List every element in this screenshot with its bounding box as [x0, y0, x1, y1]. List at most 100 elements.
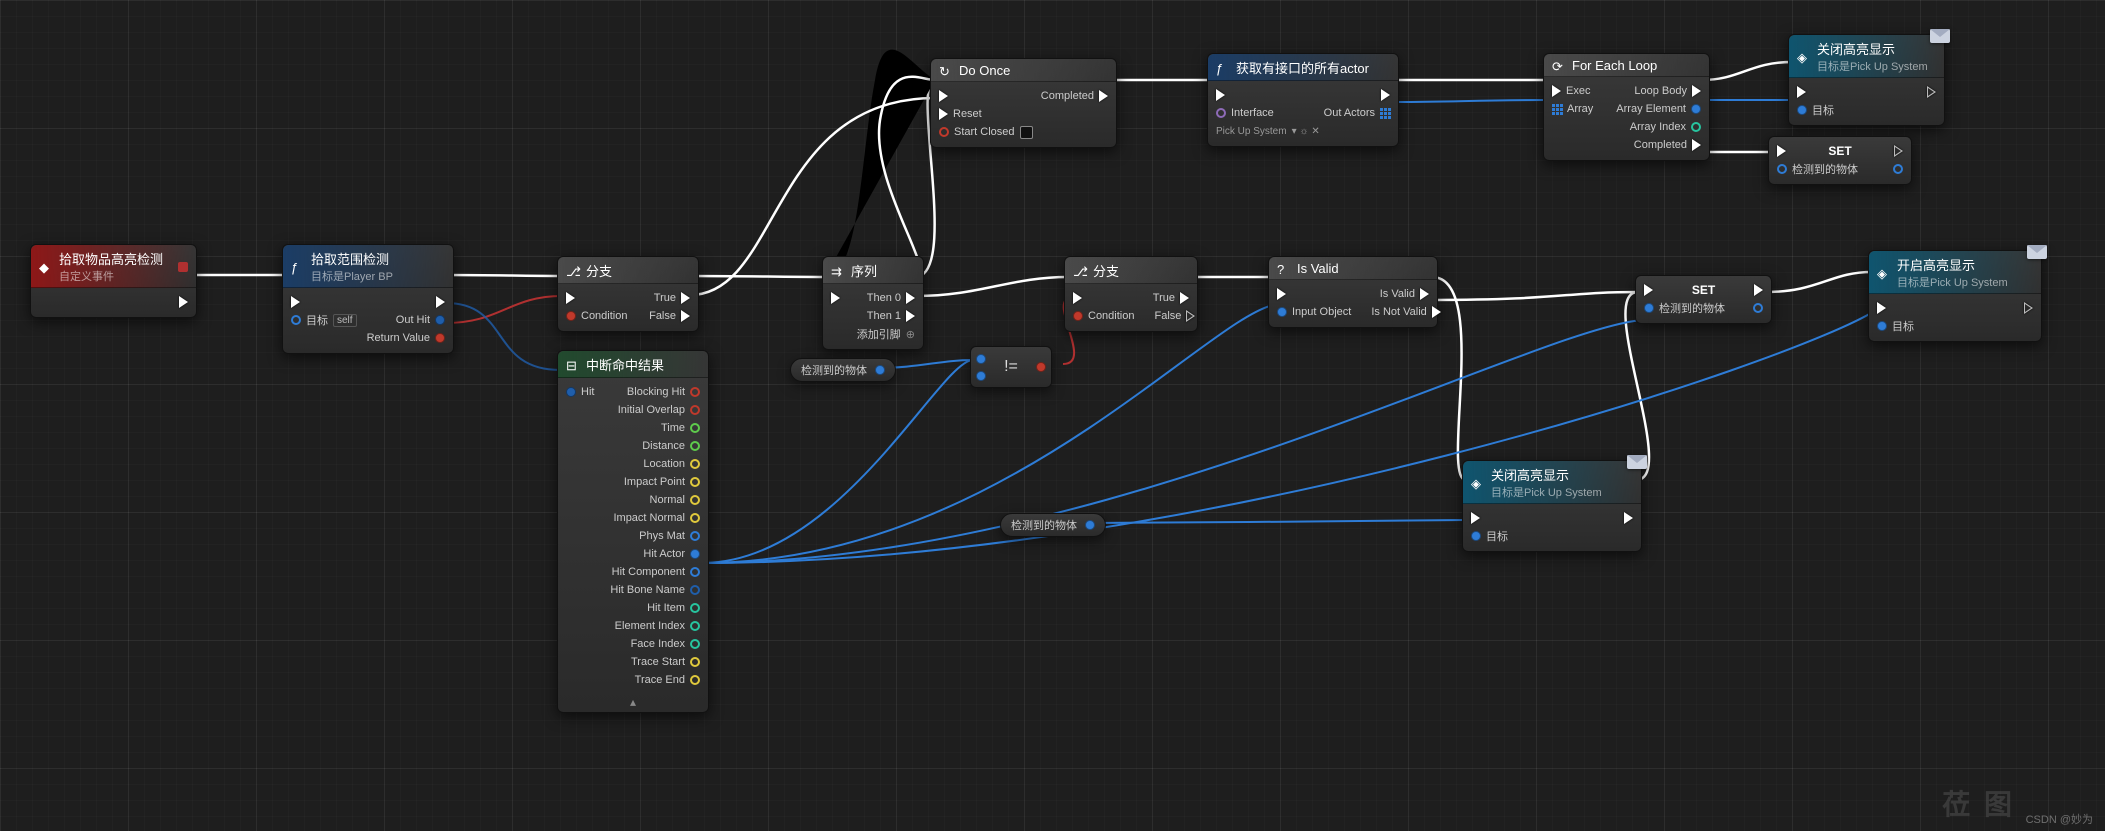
- startclosed-pin[interactable]: Start Closed: [939, 126, 1033, 139]
- pin-element-index[interactable]: Element Index: [615, 620, 700, 632]
- exec-in-pin[interactable]: [566, 292, 575, 304]
- pin-distance[interactable]: Distance: [642, 440, 700, 452]
- pin-location[interactable]: Location: [643, 458, 700, 470]
- then1-pin[interactable]: Then 1: [867, 310, 915, 322]
- pin-trace-start[interactable]: Trace Start: [631, 656, 700, 668]
- false-pin[interactable]: False: [649, 310, 690, 322]
- return-pin[interactable]: Return Value: [367, 332, 445, 344]
- output-pin[interactable]: [875, 365, 885, 375]
- exec-in-pin[interactable]: [831, 292, 840, 304]
- expand-toggle[interactable]: ▴: [558, 695, 708, 712]
- exec-out-pin[interactable]: [436, 296, 445, 308]
- then0-pin[interactable]: Then 0: [867, 292, 915, 304]
- node-custom-event[interactable]: ◆ 拾取物品高亮检测 自定义事件: [30, 244, 197, 318]
- delegate-pin[interactable]: [178, 262, 188, 272]
- outhit-pin[interactable]: Out Hit: [396, 314, 445, 326]
- input-b-pin[interactable]: [976, 371, 986, 381]
- exec-in-pin[interactable]: [1644, 284, 1653, 296]
- var-in-pin[interactable]: 检测到的物体: [1644, 300, 1725, 316]
- interface-value[interactable]: Pick Up System ▾ ☼ ✕: [1216, 126, 1320, 137]
- node-is-valid[interactable]: ?Is Valid Is Valid Input Object Is Not V…: [1268, 256, 1438, 328]
- var-out-pin[interactable]: [1753, 303, 1763, 313]
- node-branch-1[interactable]: ⎇分支 True Condition False: [557, 256, 699, 332]
- pin-face-index[interactable]: Face Index: [631, 638, 700, 650]
- blockinghit-pin[interactable]: Blocking Hit: [627, 386, 700, 398]
- pin-hit-component[interactable]: Hit Component: [612, 566, 700, 578]
- pin-hit-bone-name[interactable]: Hit Bone Name: [610, 584, 700, 596]
- pin-trace-end[interactable]: Trace End: [635, 674, 700, 686]
- startclosed-checkbox[interactable]: [1020, 126, 1033, 139]
- exec-out-pin[interactable]: [2024, 302, 2033, 314]
- target-pin[interactable]: 目标self: [291, 312, 357, 328]
- node-var-get-2[interactable]: 检测到的物体: [1000, 513, 1106, 537]
- node-break-hit[interactable]: ⊟中断命中结果 HitBlocking HitInitial OverlapTi…: [557, 350, 709, 713]
- exec-in-pin[interactable]: [1216, 89, 1225, 101]
- pin-time[interactable]: Time: [661, 422, 700, 434]
- target-pin[interactable]: 目标: [1877, 318, 1914, 334]
- node-range-check[interactable]: ƒ 拾取范围检测 目标是Player BP 目标self Out Hit Ret…: [282, 244, 454, 354]
- exec-in-pin[interactable]: Exec: [1552, 85, 1590, 97]
- exec-out-pin[interactable]: [1894, 145, 1903, 157]
- completed-pin[interactable]: Completed: [1634, 139, 1701, 151]
- false-pin[interactable]: False: [1154, 310, 1195, 322]
- node-close-highlight-top[interactable]: ◈ 关闭高亮显示 目标是Pick Up System 目标: [1788, 34, 1945, 126]
- output-pin[interactable]: [1036, 362, 1046, 372]
- exec-out-pin[interactable]: [1754, 284, 1763, 296]
- loopbody-pin[interactable]: Loop Body: [1634, 85, 1701, 97]
- element-pin[interactable]: Array Element: [1616, 103, 1701, 115]
- node-foreach[interactable]: ⟳For Each Loop Exec Loop Body Array Arra…: [1543, 53, 1710, 161]
- pin-impact-point[interactable]: Impact Point: [624, 476, 700, 488]
- input-pin[interactable]: Input Object: [1277, 306, 1351, 318]
- exec-out-pin[interactable]: [1381, 89, 1390, 101]
- true-pin[interactable]: True: [1153, 292, 1189, 304]
- node-not-equal[interactable]: !=: [970, 346, 1052, 388]
- pin-phys-mat[interactable]: Phys Mat: [639, 530, 700, 542]
- exec-in-pin[interactable]: [1777, 145, 1786, 157]
- pin-hit-actor[interactable]: Hit Actor: [643, 548, 700, 560]
- var-in-pin[interactable]: 检测到的物体: [1777, 161, 1858, 177]
- node-sequence[interactable]: ⇉序列 Then 0 Then 1 ⊕添加引脚: [822, 256, 924, 350]
- watermark-credit: CSDN @妙为: [2026, 811, 2093, 827]
- exec-in-pin[interactable]: [1797, 86, 1806, 98]
- true-pin[interactable]: True: [654, 292, 690, 304]
- exec-in-pin[interactable]: [291, 296, 300, 308]
- exec-in-pin[interactable]: [1073, 292, 1082, 304]
- var-out-pin[interactable]: [1893, 164, 1903, 174]
- hit-input-pin[interactable]: Hit: [566, 386, 594, 398]
- pin-normal[interactable]: Normal: [650, 494, 700, 506]
- pin-hit-item[interactable]: Hit Item: [647, 602, 700, 614]
- node-var-get-1[interactable]: 检测到的物体: [790, 358, 896, 382]
- exec-in-pin[interactable]: [1277, 288, 1286, 300]
- exec-out-pin[interactable]: [179, 296, 188, 308]
- node-do-once[interactable]: ↻Do Once Completed Reset Start Closed: [930, 58, 1117, 148]
- interface-pin[interactable]: Interface: [1216, 107, 1274, 119]
- node-branch-2[interactable]: ⎇分支 True Condition False: [1064, 256, 1198, 332]
- node-title: 拾取物品高亮检测: [59, 252, 163, 267]
- pin-impact-normal[interactable]: Impact Normal: [613, 512, 700, 524]
- exec-out-pin[interactable]: [1624, 512, 1633, 524]
- add-pin[interactable]: ⊕添加引脚: [857, 326, 915, 342]
- exec-in-pin[interactable]: [1877, 302, 1886, 314]
- node-open-highlight[interactable]: ◈ 开启高亮显示 目标是Pick Up System 目标: [1868, 250, 2042, 342]
- index-pin[interactable]: Array Index: [1630, 121, 1701, 133]
- condition-pin[interactable]: Condition: [1073, 310, 1134, 322]
- target-pin[interactable]: 目标: [1797, 102, 1834, 118]
- target-pin[interactable]: 目标: [1471, 528, 1508, 544]
- node-set-2[interactable]: SET 检测到的物体: [1635, 275, 1772, 324]
- input-a-pin[interactable]: [976, 354, 986, 364]
- exec-out-pin[interactable]: [1927, 86, 1936, 98]
- node-get-all-actors[interactable]: ƒ获取有接口的所有actor Interface Out Actors Pick…: [1207, 53, 1399, 147]
- exec-in-pin[interactable]: [939, 90, 948, 102]
- node-set-1[interactable]: SET 检测到的物体: [1768, 136, 1912, 185]
- node-close-highlight-mid[interactable]: ◈ 关闭高亮显示 目标是Pick Up System 目标: [1462, 460, 1642, 552]
- array-pin[interactable]: Array: [1552, 103, 1593, 115]
- reset-pin[interactable]: Reset: [939, 108, 982, 120]
- condition-pin[interactable]: Condition: [566, 310, 627, 322]
- output-pin[interactable]: [1085, 520, 1095, 530]
- notvalid-pin[interactable]: Is Not Valid: [1371, 306, 1440, 318]
- exec-in-pin[interactable]: [1471, 512, 1480, 524]
- completed-pin[interactable]: Completed: [1041, 90, 1108, 102]
- outactors-pin[interactable]: Out Actors: [1324, 107, 1390, 119]
- valid-pin[interactable]: Is Valid: [1380, 288, 1429, 300]
- pin-initial-overlap[interactable]: Initial Overlap: [618, 404, 700, 416]
